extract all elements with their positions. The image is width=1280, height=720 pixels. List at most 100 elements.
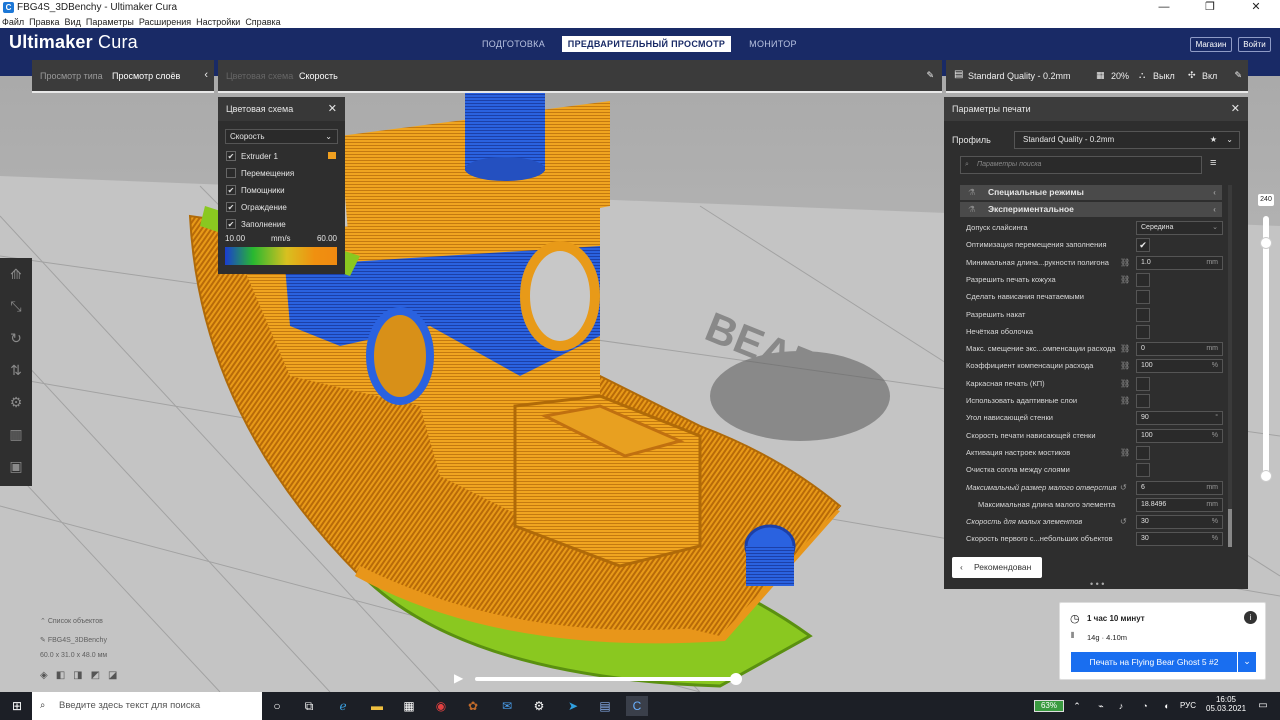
color-scheme-checkbox[interactable]: ✔	[226, 202, 236, 212]
color-scheme-checkbox[interactable]	[226, 168, 236, 178]
setting-checkbox[interactable]	[1136, 307, 1150, 322]
recommended-button[interactable]: ‹ Рекомендован	[952, 557, 1042, 578]
menu-parameters[interactable]: Параметры	[86, 16, 134, 28]
support-blocker-icon[interactable]: ▥	[6, 424, 26, 444]
reset-icon[interactable]: ↺	[1120, 513, 1127, 530]
color-scheme-bar-value[interactable]: Скорость	[299, 71, 338, 81]
wifi-icon[interactable]: ◔	[1134, 696, 1156, 716]
setting-checkbox[interactable]	[1136, 272, 1150, 287]
volume-icon[interactable]: ◐	[1156, 696, 1178, 716]
settings-menu-icon[interactable]: ≡	[1210, 157, 1216, 169]
scale-tool-icon[interactable]: ⤡	[6, 296, 26, 316]
drag-handle[interactable]: • • •	[1090, 579, 1104, 589]
layer-path-handle[interactable]	[730, 673, 742, 685]
setting-checkbox[interactable]	[1136, 445, 1150, 460]
setting-input[interactable]: 100%	[1136, 428, 1223, 443]
app-icon[interactable]: ✿	[462, 696, 484, 716]
layer-path-slider[interactable]	[475, 677, 737, 681]
close-icon[interactable]: ✕	[328, 102, 337, 115]
color-scheme-checkbox[interactable]: ✔	[226, 185, 236, 195]
minimize-button[interactable]: —	[1141, 0, 1187, 16]
close-window-button[interactable]: ✕	[1233, 0, 1279, 16]
battery-indicator[interactable]: 63%	[1034, 700, 1064, 712]
edge-icon[interactable]: ℯ	[332, 696, 354, 716]
layer-slider-track[interactable]	[1263, 216, 1269, 476]
setting-input[interactable]: 30%	[1136, 515, 1223, 530]
maximize-button[interactable]: ❐	[1187, 0, 1233, 16]
setting-checkbox[interactable]	[1136, 376, 1150, 391]
clock[interactable]: 16:05 05.03.2021	[1206, 695, 1246, 713]
move-tool-icon[interactable]: ⟰	[6, 264, 26, 284]
language-indicator[interactable]: РУС	[1180, 701, 1196, 710]
menu-preferences[interactable]: Настройки	[196, 16, 240, 28]
setting-input[interactable]: 90 °	[1136, 411, 1223, 426]
windows-start-icon[interactable]: ⊞	[6, 696, 28, 716]
layer-slider-upper-handle[interactable]	[1260, 236, 1272, 249]
steam-icon[interactable]: ⚙	[528, 696, 550, 716]
play-button[interactable]: ▶	[454, 671, 463, 685]
layer-slider[interactable]: 240	[1256, 192, 1276, 492]
layer-number[interactable]: 240	[1258, 194, 1274, 206]
notepad-icon[interactable]: ▤	[594, 696, 616, 716]
layer-slider-lower-handle[interactable]	[1260, 470, 1272, 482]
setting-input[interactable]: 18.8496 mm	[1136, 497, 1223, 512]
setting-select[interactable]: Середина ⌄	[1136, 221, 1223, 235]
print-setup-bar[interactable]: ▤ Standard Quality - 0.2mm ▦ 20% ⛬ Выкл …	[946, 60, 1248, 93]
setting-checkbox[interactable]	[1136, 463, 1150, 478]
setting-input[interactable]: 1.0 mm	[1136, 255, 1223, 270]
per-model-settings-icon[interactable]: ⚙	[6, 392, 26, 412]
close-icon[interactable]: ✕	[1231, 102, 1240, 115]
tool-icon[interactable]: ▣	[6, 456, 26, 476]
telegram-icon[interactable]: ➤	[562, 696, 584, 716]
notifications-icon[interactable]: ▭	[1252, 696, 1274, 716]
menu-help[interactable]: Справка	[245, 16, 280, 28]
profile-select[interactable]: Standard Quality - 0.2mm ★ ⌄	[1014, 131, 1240, 149]
stage-prepare[interactable]: ПОДГОТОВКА	[466, 36, 561, 52]
color-scheme-checkbox[interactable]: ✔	[226, 219, 236, 229]
task-view-icon[interactable]: ⧉	[298, 696, 320, 716]
mirror-tool-icon[interactable]: ⇅	[6, 360, 26, 380]
mail-icon[interactable]: ✉	[496, 696, 518, 716]
print-options-chevron-icon[interactable]: ⌄	[1238, 652, 1256, 672]
sound-icon[interactable]: ♪	[1110, 696, 1132, 716]
cura-taskbar-icon[interactable]: C	[626, 696, 648, 716]
menu-view[interactable]: Вид	[65, 16, 81, 28]
chrome-icon[interactable]: ◉	[430, 696, 452, 716]
setting-checkbox[interactable]	[1136, 290, 1150, 305]
color-scheme-select[interactable]: Скорость ⌄	[225, 129, 338, 144]
stage-monitor[interactable]: МОНИТОР	[733, 36, 813, 52]
setting-input[interactable]: 6 mm	[1136, 480, 1223, 495]
setting-input[interactable]: 30%	[1136, 532, 1223, 547]
cortana-icon[interactable]: ○	[266, 696, 288, 716]
taskbar-search-box[interactable]: ⌕ Введите здесь текст для поиска	[32, 692, 262, 720]
chevron-left-icon[interactable]: ‹	[204, 69, 208, 81]
windows-store-icon[interactable]: ▦	[398, 696, 420, 716]
star-icon[interactable]: ★	[1210, 132, 1217, 148]
network-icon[interactable]: ⌁	[1090, 696, 1112, 716]
marketplace-button[interactable]: Магазин	[1190, 37, 1232, 52]
info-icon[interactable]: i	[1244, 611, 1257, 624]
pencil-icon[interactable]: ✎	[1234, 70, 1242, 81]
setting-input[interactable]: 0 mm	[1136, 342, 1223, 357]
camera-view-icons[interactable]: ◈◧◨◩◪	[40, 670, 125, 681]
print-button[interactable]: Печать на Flying Bear Ghost 5 #2	[1071, 652, 1237, 672]
setting-checkbox[interactable]: ✔	[1136, 238, 1150, 253]
settings-search-input[interactable]: ⌕ Параметры поиска	[960, 156, 1202, 174]
object-list[interactable]: ⌃ Список объектов ✎ FBG4S_3DBenchy 60.0 …	[40, 616, 107, 661]
rotate-tool-icon[interactable]: ↻	[6, 328, 26, 348]
menu-file[interactable]: Файл	[2, 16, 24, 28]
menu-edit[interactable]: Правка	[29, 16, 59, 28]
setting-checkbox[interactable]	[1136, 324, 1150, 339]
reset-icon[interactable]: ↺	[1120, 479, 1127, 496]
setting-checkbox[interactable]	[1136, 394, 1150, 408]
tray-icons[interactable]: ⌃	[1066, 696, 1088, 716]
signin-button[interactable]: Войти	[1238, 37, 1271, 52]
menu-extensions[interactable]: Расширения	[139, 16, 191, 28]
category-experimental[interactable]: ⚗ Экспериментальное ‹	[960, 202, 1222, 217]
category-special-modes[interactable]: ⚗ Специальные режимы ‹	[960, 185, 1222, 200]
setting-input[interactable]: 100%	[1136, 359, 1223, 374]
pencil-icon[interactable]: ✎	[926, 70, 934, 81]
view-type-select[interactable]: Просмотр слоёв	[112, 71, 180, 81]
stage-preview[interactable]: ПРЕДВАРИТЕЛЬНЫЙ ПРОСМОТР	[562, 36, 731, 52]
file-explorer-icon[interactable]: ▬	[366, 696, 388, 716]
